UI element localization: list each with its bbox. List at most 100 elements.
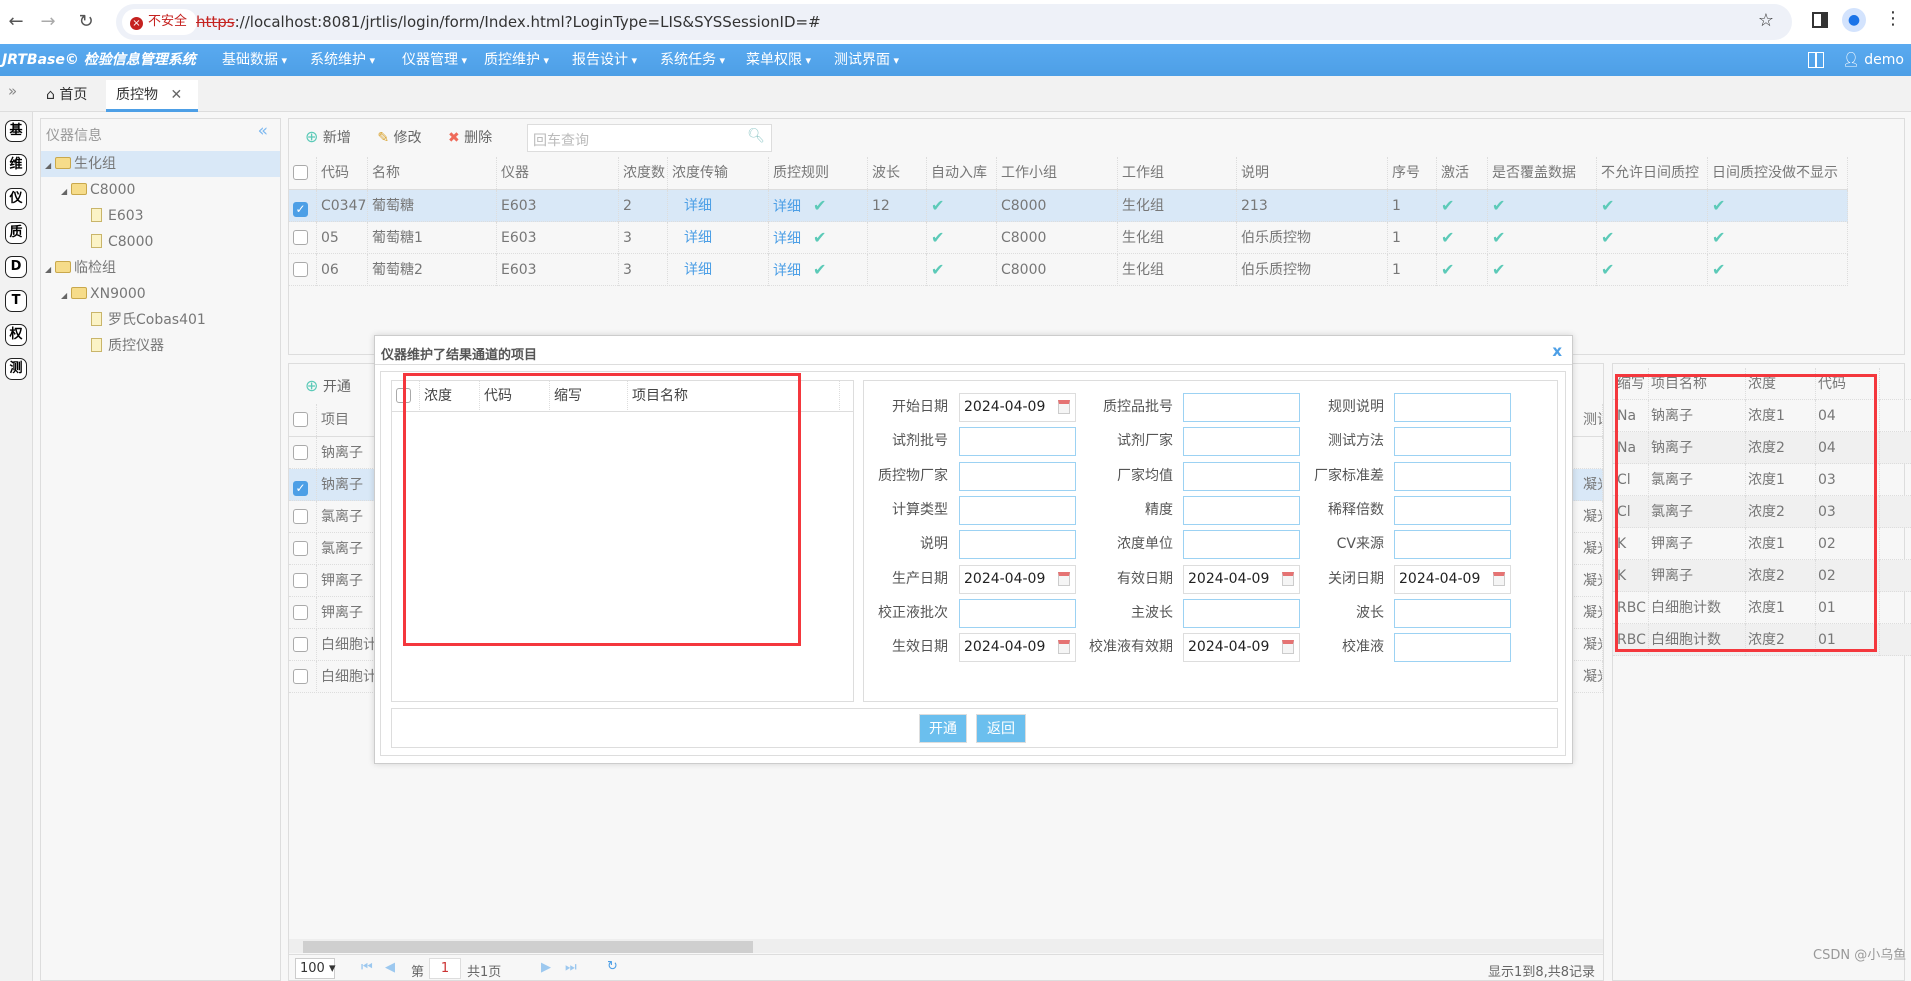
menu-2[interactable]: 系统维护 xyxy=(310,44,375,77)
rail-权-icon[interactable]: 权 xyxy=(5,324,27,346)
detail-link[interactable]: 详细 xyxy=(684,198,712,214)
row-checkbox[interactable]: ✓ xyxy=(293,481,308,496)
row-select-cell[interactable] xyxy=(289,254,317,286)
field-input[interactable] xyxy=(1394,427,1511,457)
collapse-icon[interactable]: « xyxy=(258,121,268,141)
row-checkbox[interactable] xyxy=(293,573,308,588)
rail-T-icon[interactable]: T xyxy=(5,290,27,312)
edit-button[interactable]: ✎ 修改 xyxy=(377,130,421,146)
open-button[interactable]: ⊕ 开通 xyxy=(305,376,351,396)
column-header[interactable]: 浓度传输 xyxy=(668,157,769,189)
menu-3[interactable]: 仪器管理 xyxy=(402,44,467,77)
row-select-cell[interactable] xyxy=(289,533,317,565)
close-icon[interactable]: ✕ xyxy=(170,87,182,103)
tree-node[interactable]: 罗氏Cobas401 xyxy=(41,307,280,333)
menu-5[interactable]: 报告设计 xyxy=(572,44,637,77)
column-header[interactable]: 序号 xyxy=(1388,157,1437,189)
row-select-cell[interactable] xyxy=(289,661,317,693)
column-header[interactable]: 浓度 xyxy=(1746,368,1816,400)
profile-icon[interactable]: ● xyxy=(1842,8,1866,32)
row-checkbox[interactable] xyxy=(293,669,308,684)
menu-8[interactable]: 测试界面 xyxy=(834,44,899,77)
column-header[interactable]: 代码 xyxy=(317,157,368,189)
next-page-icon[interactable]: ▶︎ xyxy=(541,960,551,975)
row-checkbox[interactable] xyxy=(293,605,308,620)
row-select-cell[interactable] xyxy=(289,437,317,469)
field-input[interactable] xyxy=(1394,633,1511,663)
table-row[interactable]: Cl 氯离子 浓度2 03 xyxy=(1613,496,1911,528)
column-header[interactable]: 代码 xyxy=(480,381,550,412)
column-header[interactable]: 是否覆盖数据 xyxy=(1488,157,1597,189)
select-all-cell[interactable] xyxy=(289,157,317,189)
table-row[interactable]: Na 钠离子 浓度2 04 xyxy=(1613,432,1911,464)
column-header[interactable]: 仪器 xyxy=(497,157,619,189)
tree-node[interactable]: ◢ XN9000 xyxy=(41,281,280,307)
expand-rail-icon[interactable]: » xyxy=(8,82,17,100)
tree-node[interactable]: ◢ C8000 xyxy=(41,177,280,203)
expand-icon[interactable]: ◢ xyxy=(45,153,55,179)
column-header[interactable]: 波长 xyxy=(868,157,927,189)
table-row[interactable]: RBC 白细胞计数 浓度2 01 xyxy=(1613,624,1911,656)
column-header[interactable]: 浓度 xyxy=(420,381,480,412)
expand-icon[interactable]: ◢ xyxy=(61,179,71,205)
rail-基-icon[interactable]: 基 xyxy=(5,120,27,142)
row-select-cell[interactable] xyxy=(289,565,317,597)
table-row[interactable]: 05 葡萄糖1 E603 3 详细 详细 ✔ ✔ C8000 生化组 伯乐质控物 1 ✔ ✔ ✔ ✔ xyxy=(289,222,1848,254)
field-input[interactable] xyxy=(1394,495,1511,525)
row-select-cell[interactable] xyxy=(289,629,317,661)
detail-link[interactable]: 详细 xyxy=(684,262,712,278)
field-input[interactable] xyxy=(1394,393,1511,422)
table-row[interactable]: 06 葡萄糖2 E603 3 详细 详细 ✔ ✔ C8000 生化组 伯乐质控物 1 ✔ ✔ ✔ ✔ xyxy=(289,254,1848,286)
back-button[interactable]: 返回 xyxy=(976,714,1026,743)
field-input[interactable] xyxy=(1394,530,1511,560)
menu-4[interactable]: 质控维护 xyxy=(484,44,549,77)
column-header[interactable]: 自动入库 xyxy=(927,157,997,189)
page-input[interactable]: 1 xyxy=(429,958,461,979)
column-header[interactable]: 项目名称 xyxy=(628,381,840,412)
column-header[interactable]: 项目 xyxy=(317,404,377,436)
row-select-cell[interactable] xyxy=(289,597,317,629)
field-input[interactable]: 2024-04-09 xyxy=(1394,564,1511,594)
tree-node[interactable]: E603 xyxy=(41,203,280,229)
back-icon[interactable]: ← xyxy=(2,8,30,36)
tree-node[interactable]: 质控仪器 xyxy=(41,333,280,359)
calendar-icon[interactable] xyxy=(1493,571,1505,586)
field-input[interactable] xyxy=(1394,461,1511,491)
menu-7[interactable]: 菜单权限 xyxy=(746,44,811,77)
delete-button[interactable]: ✖ 删除 xyxy=(448,130,492,146)
address-bar[interactable]: × 不安全 https://localhost:8081/jrtlis/login… xyxy=(116,4,1792,40)
menu-6[interactable]: 系统任务 xyxy=(660,44,725,77)
column-header[interactable]: 测试 xyxy=(1579,404,1603,436)
row-checkbox[interactable] xyxy=(293,509,308,524)
star-icon[interactable]: ☆ xyxy=(1758,10,1774,31)
forward-icon[interactable]: → xyxy=(34,8,62,36)
select-all-checkbox[interactable] xyxy=(293,165,308,180)
url-text[interactable]: https://localhost:8081/jrtlis/login/form… xyxy=(196,4,821,40)
tree-node[interactable]: C8000 xyxy=(41,229,280,255)
user-menu[interactable]: 👤︎ demo xyxy=(1842,44,1904,76)
search-input[interactable]: 回车查询 🔍︎ xyxy=(527,124,772,152)
menu-1[interactable]: 基础数据 xyxy=(222,44,287,77)
tree-node[interactable]: ◢ 生化组 xyxy=(41,151,280,177)
column-header[interactable]: 质控规则 xyxy=(769,157,868,189)
row-checkbox[interactable] xyxy=(293,541,308,556)
row-select-cell[interactable] xyxy=(289,501,317,533)
grid-icon[interactable] xyxy=(1808,52,1824,68)
open-submit-button[interactable]: 开通 xyxy=(919,714,967,743)
row-select-cell[interactable]: ✓ xyxy=(289,469,317,501)
prev-page-icon[interactable]: ◀︎ xyxy=(385,960,395,975)
row-checkbox[interactable] xyxy=(293,230,308,245)
tab-home[interactable]: ⌂ 首页 xyxy=(36,80,97,112)
last-page-icon[interactable]: ⏭︎ xyxy=(565,960,577,975)
refresh-icon[interactable]: ↻ xyxy=(607,959,618,974)
select-all-cell[interactable] xyxy=(392,381,420,412)
row-select-cell[interactable] xyxy=(289,222,317,254)
row-checkbox[interactable]: ✓ xyxy=(293,202,308,217)
tab-qc-material[interactable]: 质控物 ✕ xyxy=(106,80,198,112)
select-all-checkbox[interactable] xyxy=(396,388,411,403)
column-header[interactable]: 缩写 xyxy=(550,381,628,412)
first-page-icon[interactable]: ⏮︎ xyxy=(361,960,373,975)
row-select-cell[interactable]: ✓ xyxy=(289,190,317,222)
page-size-select[interactable]: 100 ▾ xyxy=(295,958,336,979)
column-header[interactable]: 不允许日间质控 xyxy=(1597,157,1708,189)
